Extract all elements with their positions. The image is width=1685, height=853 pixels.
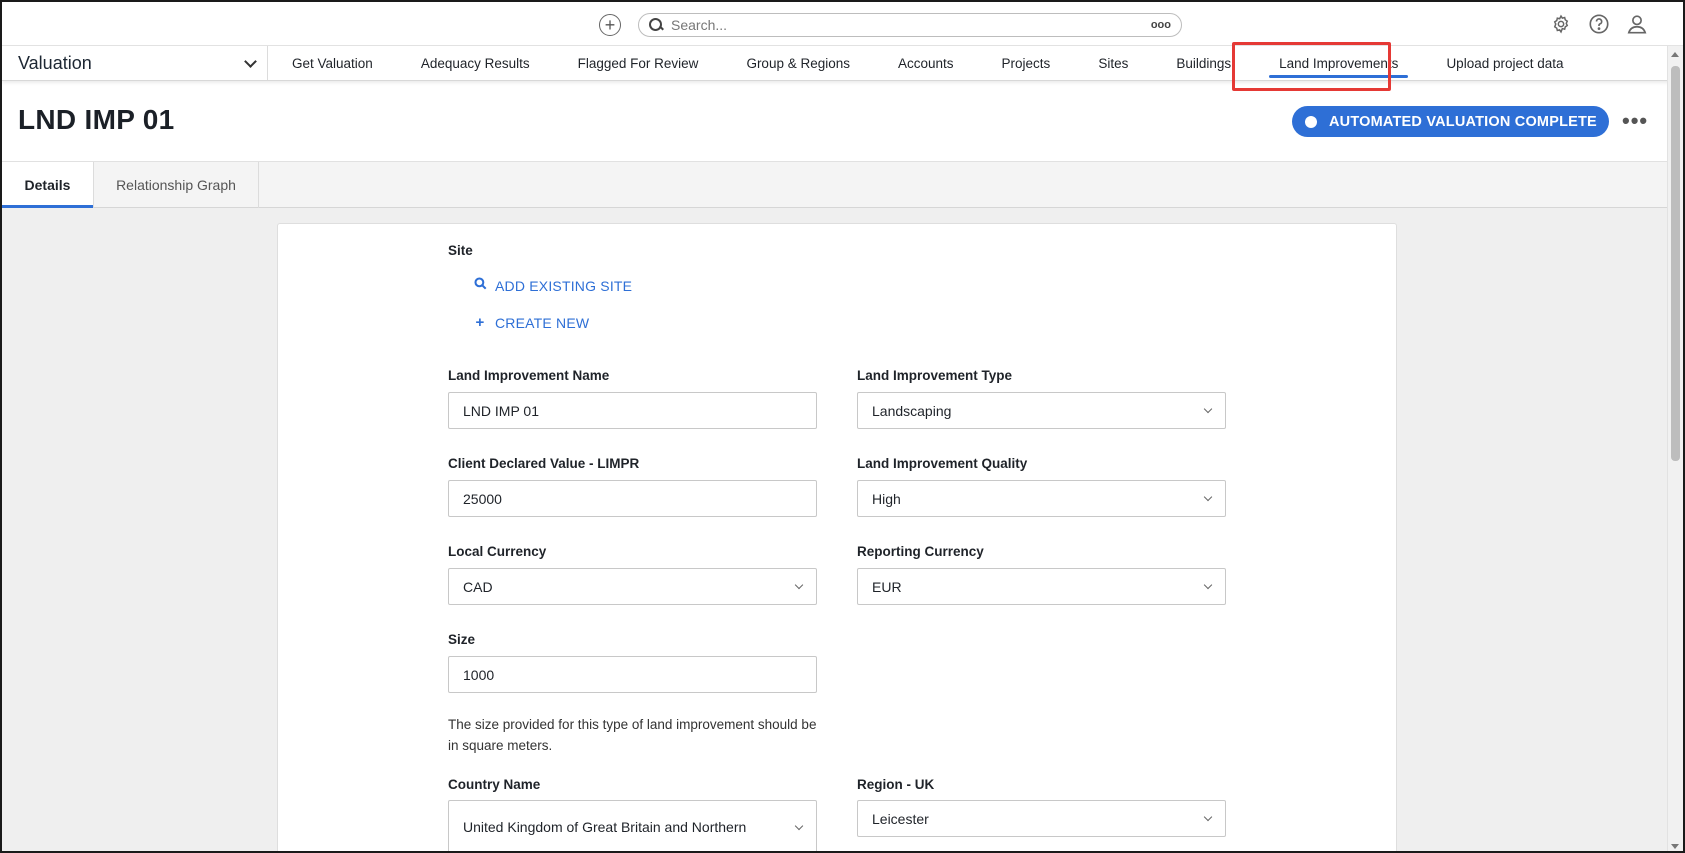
chevron-down-icon <box>794 580 804 590</box>
chevron-down-icon <box>244 54 257 68</box>
land-improvement-quality-label: Land Improvement Quality <box>857 456 1028 471</box>
land-improvement-quality-select[interactable]: High <box>857 480 1226 517</box>
size-value: 1000 <box>463 666 495 683</box>
size-label: Size <box>448 632 476 647</box>
chevron-down-icon <box>1203 404 1213 414</box>
reporting-currency-select[interactable]: EUR <box>857 568 1226 605</box>
status-dot-icon <box>1305 116 1317 128</box>
add-existing-site-label: ADD EXISTING SITE <box>495 277 633 294</box>
region-value: Leicester <box>872 810 929 827</box>
search-input[interactable] <box>671 17 1151 33</box>
page-title: LND IMP 01 <box>18 104 175 135</box>
search-icon <box>649 18 663 32</box>
details-card <box>277 223 1397 851</box>
chevron-down-icon <box>1203 812 1213 822</box>
add-existing-site-button[interactable]: ADD EXISTING SITE <box>473 277 632 294</box>
chevron-down-icon <box>1203 492 1213 502</box>
local-currency-label: Local Currency <box>448 544 547 559</box>
reporting-currency-label: Reporting Currency <box>857 544 984 559</box>
app-navigation: Valuation Get Valuation Adequacy Results… <box>2 46 1672 81</box>
user-icon[interactable] <box>1625 12 1649 36</box>
nav-flagged-for-review[interactable]: Flagged For Review <box>554 46 723 80</box>
nav-get-valuation[interactable]: Get Valuation <box>268 46 397 80</box>
scroll-up-icon[interactable] <box>1671 52 1679 57</box>
search-options-icon[interactable]: ooo <box>1151 19 1171 31</box>
help-icon[interactable] <box>1587 12 1611 36</box>
create-new-label: CREATE NEW <box>495 314 590 331</box>
country-name-select[interactable]: United Kingdom of Great Britain and Nort… <box>448 800 817 851</box>
plus-circle-icon[interactable]: + <box>599 14 621 36</box>
size-field[interactable]: 1000 <box>448 656 817 693</box>
app-name: Valuation <box>18 52 92 73</box>
land-improvement-type-select[interactable]: Landscaping <box>857 392 1226 429</box>
reporting-currency-value: EUR <box>872 578 902 595</box>
land-improvement-name-value: LND IMP 01 <box>463 402 539 419</box>
country-name-value: United Kingdom of Great Britain and Nort… <box>463 819 747 835</box>
tab-relationship-graph[interactable]: Relationship Graph <box>94 162 259 208</box>
local-currency-select[interactable]: CAD <box>448 568 817 605</box>
client-declared-value-field[interactable]: 25000 <box>448 480 817 517</box>
app-switcher[interactable]: Valuation <box>2 46 268 80</box>
create-new-button[interactable]: + CREATE NEW <box>473 314 590 331</box>
more-options-icon[interactable]: ••• <box>1622 108 1648 134</box>
nav-buildings[interactable]: Buildings <box>1152 46 1255 80</box>
nav-sites[interactable]: Sites <box>1074 46 1152 80</box>
nav-menu: Get Valuation Adequacy Results Flagged F… <box>268 46 1588 80</box>
nav-land-improvements[interactable]: Land Improvements <box>1255 46 1422 80</box>
country-name-label: Country Name <box>448 777 541 792</box>
global-toolbar: + ooo <box>2 2 1683 46</box>
land-improvement-type-value: Landscaping <box>872 402 952 419</box>
nav-accounts[interactable]: Accounts <box>874 46 978 80</box>
toolbar-icons <box>1549 12 1649 36</box>
land-improvement-name-label: Land Improvement Name <box>448 368 610 383</box>
status-badge[interactable]: AUTOMATED VALUATION COMPLETE <box>1292 106 1609 137</box>
local-currency-value: CAD <box>463 578 493 595</box>
tab-details[interactable]: Details <box>2 162 94 208</box>
nav-group-regions[interactable]: Group & Regions <box>722 46 874 80</box>
tab-bar: Details Relationship Graph <box>2 161 1672 208</box>
vertical-scrollbar[interactable] <box>1667 46 1683 851</box>
settings-icon[interactable] <box>1549 12 1573 36</box>
nav-upload-project-data[interactable]: Upload project data <box>1422 46 1587 80</box>
status-label: AUTOMATED VALUATION COMPLETE <box>1329 113 1597 130</box>
region-select[interactable]: Leicester <box>857 800 1226 837</box>
client-declared-value-value: 25000 <box>463 490 502 507</box>
land-improvement-type-label: Land Improvement Type <box>857 368 1013 383</box>
chevron-down-icon <box>794 821 804 831</box>
search-icon <box>473 277 487 294</box>
size-help-text: The size provided for this type of land … <box>448 717 817 753</box>
client-declared-value-label: Client Declared Value - LIMPR <box>448 456 640 471</box>
region-label: Region - UK <box>857 777 935 792</box>
land-improvement-name-field[interactable]: LND IMP 01 <box>448 392 817 429</box>
app-window: + ooo <box>0 0 1685 853</box>
scroll-thumb[interactable] <box>1671 66 1680 461</box>
chevron-down-icon <box>1203 580 1213 590</box>
land-improvement-quality-value: High <box>872 490 901 507</box>
plus-icon: + <box>475 314 485 331</box>
nav-projects[interactable]: Projects <box>978 46 1075 80</box>
nav-adequacy-results[interactable]: Adequacy Results <box>397 46 554 80</box>
global-search[interactable]: ooo <box>638 13 1182 37</box>
site-label: Site <box>448 243 473 258</box>
scroll-down-icon[interactable] <box>1671 844 1679 849</box>
